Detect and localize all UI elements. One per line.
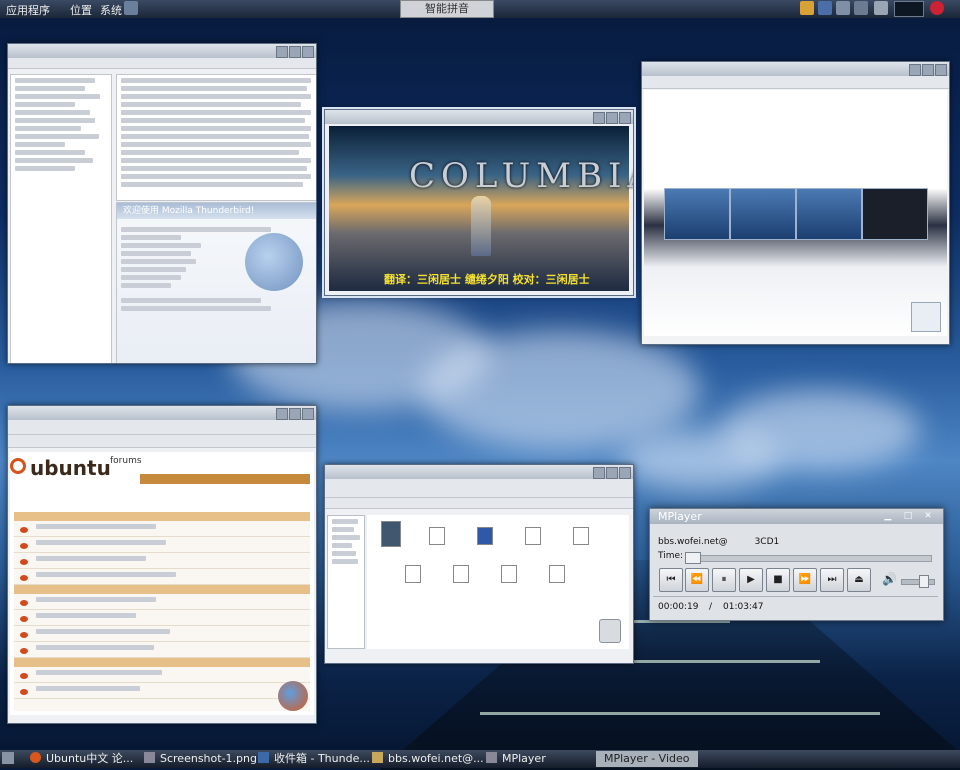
network-icon[interactable] [818, 1, 832, 15]
seek-bar[interactable] [686, 555, 932, 562]
file-icon[interactable] [453, 565, 469, 583]
stream-name: bbs.wofei.net@ [658, 537, 728, 547]
image-viewer-app-icon [911, 302, 941, 332]
minimize-icon[interactable]: ▁ [879, 510, 897, 522]
disc-label: 3CD1 [754, 537, 780, 547]
mplayer-title: MPlayer [658, 510, 702, 523]
task-folder[interactable]: bbs.wofei.net@... [372, 751, 484, 767]
task-mplayer[interactable]: MPlayer [486, 751, 546, 767]
eject-button[interactable]: ⏏ [847, 568, 871, 592]
image-viewer-toolbar[interactable] [642, 76, 949, 89]
mplayer-titlebar[interactable]: MPlayer ▁ □ ✕ [650, 509, 943, 524]
task-mplayer-video[interactable]: MPlayer - Video [596, 751, 698, 767]
show-desktop-icon[interactable] [2, 752, 14, 764]
top-panel: 应用程序 位置 系统 智能拼音 [0, 0, 960, 18]
folder-icon [372, 752, 383, 763]
image-icon [144, 752, 155, 763]
folder-pane[interactable] [10, 74, 112, 363]
location-bar[interactable] [325, 498, 633, 509]
pause-button[interactable]: ⏸ [712, 568, 736, 592]
forums-label: forums [110, 456, 142, 466]
thunderbird-logo-icon [245, 233, 303, 291]
battery-icon[interactable] [836, 1, 850, 15]
seek-handle[interactable] [685, 552, 702, 564]
time-display: 00:00:19 / 01:03:47 [653, 596, 938, 615]
file-browser-window[interactable] [324, 464, 634, 664]
ubuntu-logo-icon [10, 458, 26, 474]
file-icon[interactable] [525, 527, 541, 545]
maximize-icon[interactable]: □ [899, 510, 917, 522]
file-cabinet-icon [599, 619, 621, 643]
fast-forward-button[interactable]: ⏩ [793, 568, 817, 592]
image-viewer-titlebar[interactable] [642, 62, 949, 76]
file-grid[interactable] [367, 515, 629, 649]
computer-icon[interactable] [874, 1, 888, 15]
firefox-window[interactable]: ubuntu forums [7, 405, 317, 724]
thunderbird-titlebar[interactable] [8, 44, 316, 58]
stream-info: bbs.wofei.net@ 3CD1 [658, 537, 779, 547]
task-screenshot[interactable]: Screenshot-1.png [144, 751, 257, 767]
torch-lady-figure [471, 196, 491, 256]
thunderbird-window[interactable]: 欢迎使用 Mozilla Thunderbird! [7, 43, 317, 364]
input-method-indicator[interactable]: 智能拼音 [400, 0, 494, 18]
task-thunderbird[interactable]: 收件箱 - Thunde... [258, 751, 370, 767]
terminal-icon[interactable] [124, 1, 138, 15]
previous-track-button[interactable]: ⏮ [659, 568, 683, 592]
file-icon[interactable] [405, 565, 421, 583]
taskbar: Ubuntu中文 论... Screenshot-1.png 收件箱 - Thu… [0, 750, 960, 768]
firefox-logo-icon [278, 681, 308, 711]
rewind-button[interactable]: ⏪ [685, 568, 709, 592]
welcome-header: 欢迎使用 Mozilla Thunderbird! [117, 203, 316, 219]
file-icon[interactable] [429, 527, 445, 545]
image-viewer-window[interactable] [641, 61, 950, 345]
video-file-icon[interactable] [381, 521, 401, 547]
time-label: Time: [658, 551, 684, 561]
menu-places[interactable]: 位置 [70, 2, 92, 18]
video-frame[interactable]: COLUMBIA 翻译：三闲居士 缱绻夕阳 校对：三闲居士 [329, 126, 633, 291]
mplayer-control-window[interactable]: MPlayer ▁ □ ✕ bbs.wofei.net@ 3CD1 Time: … [649, 508, 944, 621]
ubuntu-wordmark: ubuntu [30, 456, 111, 480]
forum-page: ubuntu forums [10, 452, 314, 715]
volume-icon[interactable] [854, 1, 868, 15]
mplayer-video-titlebar[interactable] [325, 110, 633, 124]
next-track-button[interactable]: ⏭ [820, 568, 844, 592]
file-icon[interactable] [477, 527, 493, 545]
video-brand-text: COLUMBIA [409, 156, 634, 196]
file-browser-toolbar[interactable] [325, 479, 633, 498]
mail-icon [258, 752, 269, 763]
close-icon[interactable]: ✕ [919, 510, 937, 522]
message-list[interactable] [116, 74, 316, 201]
forum-nav-tabs[interactable] [140, 474, 310, 484]
video-subtitle: 翻译：三闲居士 缱绻夕阳 校对：三闲居士 [384, 273, 590, 286]
mplayer-icon [486, 752, 497, 763]
thunderbird-toolbar[interactable] [8, 58, 316, 69]
volume-handle[interactable] [919, 575, 930, 588]
file-icon[interactable] [549, 565, 565, 583]
firefox-icon [30, 752, 41, 763]
total-time: 01:03:47 [723, 602, 764, 612]
welcome-pane: 欢迎使用 Mozilla Thunderbird! [116, 202, 316, 363]
file-icon[interactable] [573, 527, 589, 545]
menu-system[interactable]: 系统 [100, 2, 122, 18]
file-browser-titlebar[interactable] [325, 465, 633, 479]
forum-table [14, 512, 310, 711]
time-separator: / [709, 602, 713, 612]
mplayer-video-window[interactable]: COLUMBIA 翻译：三闲居士 缱绻夕阳 校对：三闲居士 [322, 107, 636, 298]
system-monitor [894, 1, 924, 17]
tab-bar[interactable] [8, 435, 316, 448]
power-icon[interactable] [930, 1, 944, 15]
navigation-toolbar[interactable] [8, 420, 316, 435]
play-button[interactable]: ▶ [739, 568, 763, 592]
task-firefox[interactable]: Ubuntu中文 论... [30, 751, 133, 767]
firefox-titlebar[interactable] [8, 406, 316, 420]
stop-button[interactable]: ■ [766, 568, 790, 592]
image-canvas [644, 90, 947, 336]
volume-slider[interactable] [901, 579, 935, 585]
volume-icon: 🔊 [882, 572, 897, 586]
notification-icon[interactable] [800, 1, 814, 15]
elapsed-time: 00:00:19 [658, 602, 699, 612]
menu-applications[interactable]: 应用程序 [6, 2, 50, 18]
file-icon[interactable] [501, 565, 517, 583]
places-sidebar[interactable] [327, 515, 365, 649]
